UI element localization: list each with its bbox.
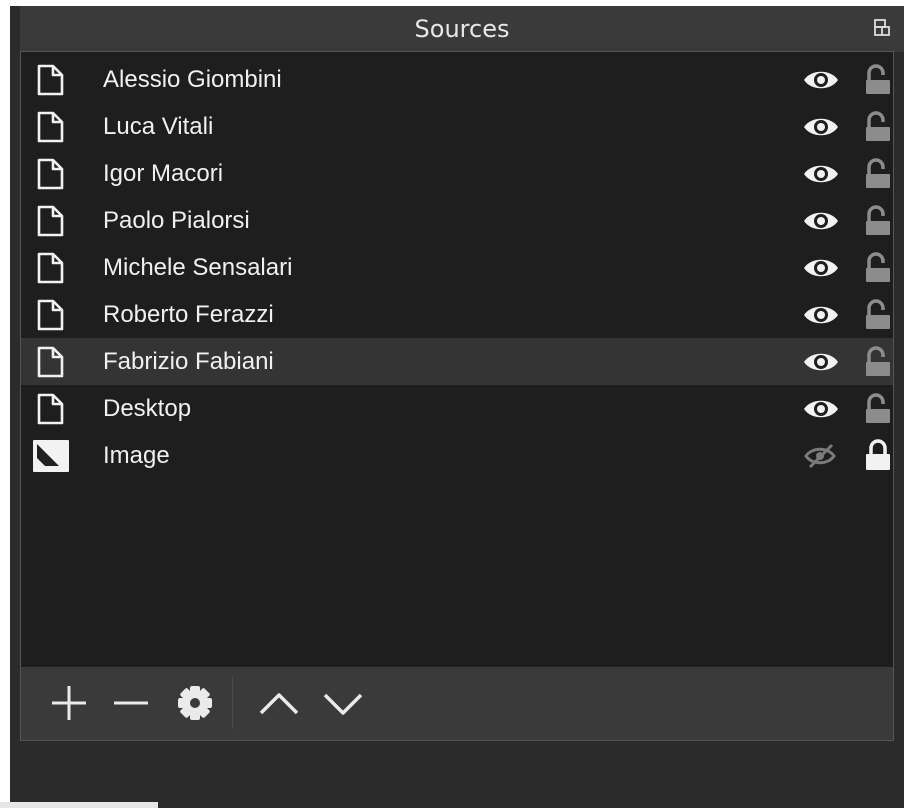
visibility-eye-icon[interactable] (801, 348, 841, 376)
lock-open-icon[interactable] (863, 203, 893, 237)
visibility-eye-icon[interactable] (801, 207, 841, 235)
visibility-eye-icon[interactable] (801, 66, 841, 94)
file-icon (37, 252, 64, 284)
sources-dock: Sources Alessio Giombini Luca Vitali Igor … (10, 6, 904, 808)
lock-open-icon[interactable] (863, 344, 893, 378)
minus-icon[interactable] (105, 677, 157, 729)
chevron-up-icon[interactable] (253, 677, 305, 729)
dock-title-bar[interactable]: Sources (20, 6, 904, 52)
source-name: Igor Macori (103, 160, 224, 187)
file-icon (37, 393, 64, 425)
plus-icon[interactable] (43, 677, 95, 729)
dock-title: Sources (414, 15, 510, 43)
source-row[interactable]: Igor Macori (21, 150, 893, 197)
file-icon (37, 111, 64, 143)
lock-open-icon[interactable] (863, 62, 893, 96)
source-row[interactable]: Michele Sensalari (21, 244, 893, 291)
source-name: Alessio Giombini (103, 66, 282, 93)
lock-open-icon[interactable] (863, 156, 893, 190)
file-icon (37, 158, 64, 190)
source-row[interactable]: Luca Vitali (21, 103, 893, 150)
source-row[interactable]: Roberto Ferazzi (21, 291, 893, 338)
source-row[interactable]: Fabrizio Fabiani (21, 338, 893, 385)
file-icon (37, 64, 64, 96)
lock-open-icon[interactable] (863, 250, 893, 284)
gear-icon[interactable] (169, 677, 221, 729)
undock-icon[interactable] (872, 18, 892, 38)
source-row[interactable]: Desktop (21, 385, 893, 432)
source-name: Luca Vitali (103, 113, 214, 140)
bottom-tab[interactable] (0, 802, 158, 808)
file-icon (37, 205, 64, 237)
source-name: Roberto Ferazzi (103, 301, 274, 328)
source-row[interactable]: Alessio Giombini (21, 56, 893, 103)
sources-panel: Alessio Giombini Luca Vitali Igor Macori Pa… (20, 51, 894, 741)
source-row[interactable]: Paolo Pialorsi (21, 197, 893, 244)
lock-open-icon[interactable] (863, 109, 893, 143)
visibility-eye-hidden-icon[interactable] (801, 442, 841, 470)
source-name: Paolo Pialorsi (103, 207, 250, 234)
toolbar-separator (232, 677, 233, 729)
source-row[interactable]: Image (21, 432, 893, 479)
chevron-down-icon[interactable] (317, 677, 369, 729)
lock-open-icon[interactable] (863, 297, 893, 331)
lock-closed-icon[interactable] (863, 438, 893, 472)
file-icon (37, 299, 64, 331)
sources-toolbar (21, 667, 893, 740)
file-icon (37, 346, 64, 378)
visibility-eye-icon[interactable] (801, 395, 841, 423)
source-name: Desktop (103, 395, 192, 422)
visibility-eye-icon[interactable] (801, 160, 841, 188)
visibility-eye-icon[interactable] (801, 301, 841, 329)
visibility-eye-icon[interactable] (801, 113, 841, 141)
visibility-eye-icon[interactable] (801, 254, 841, 282)
source-name: Michele Sensalari (103, 254, 293, 281)
image-icon (33, 440, 69, 472)
lock-open-icon[interactable] (863, 391, 893, 425)
source-name: Image (103, 442, 170, 469)
source-name: Fabrizio Fabiani (103, 348, 274, 375)
